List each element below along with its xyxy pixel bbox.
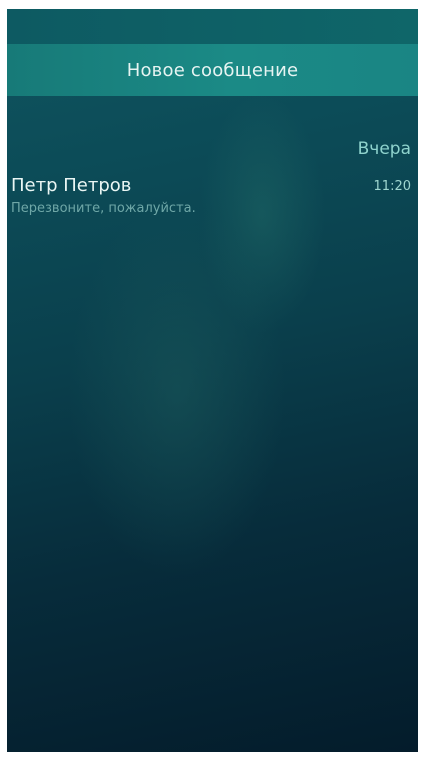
new-message-label: Новое сообщение <box>126 59 299 81</box>
status-area <box>7 9 418 44</box>
sender-name: Петр Петров <box>11 175 132 196</box>
message-time: 11:20 <box>373 179 411 194</box>
new-message-menu-item[interactable]: Новое сообщение <box>7 44 418 96</box>
messages-screen: Новое сообщение Вчера Петр Петров Перезв… <box>7 9 418 752</box>
conversation-item[interactable]: Петр Петров Перезвоните, пожалуйста. 11:… <box>7 172 418 228</box>
message-preview: Перезвоните, пожалуйста. <box>11 201 196 216</box>
section-header-yesterday: Вчера <box>357 139 411 159</box>
